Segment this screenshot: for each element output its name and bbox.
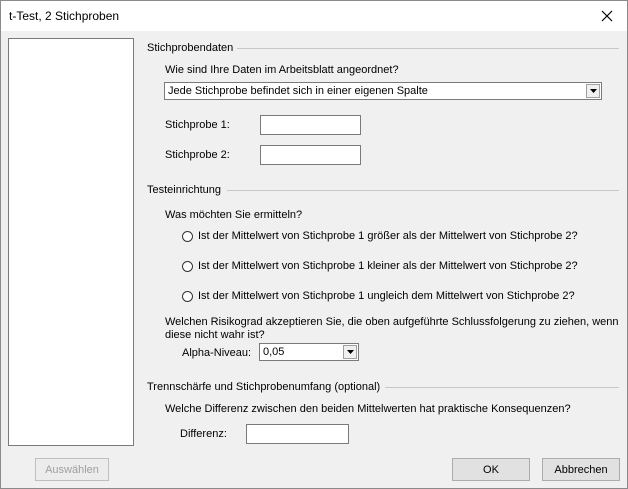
radio-label: Ist der Mittelwert von Stichprobe 1 ungl… bbox=[198, 290, 575, 302]
difference-label: Differenz: bbox=[180, 428, 227, 440]
radio-option-not-equal[interactable]: Ist der Mittelwert von Stichprobe 1 ungl… bbox=[182, 290, 575, 302]
window-title: t-Test, 2 Stichproben bbox=[9, 9, 120, 23]
section-divider bbox=[237, 48, 619, 49]
risk-question-line1: Welchen Risikograd akzeptieren Sie, die … bbox=[165, 316, 619, 328]
dialog-window: t-Test, 2 Stichproben Stichprobendaten W… bbox=[0, 0, 628, 489]
radio-option-less[interactable]: Ist der Mittelwert von Stichprobe 1 klei… bbox=[182, 260, 578, 272]
section-heading-sample-data: Stichprobendaten bbox=[147, 42, 234, 54]
arrangement-question: Wie sind Ihre Daten im Arbeitsblatt ange… bbox=[165, 64, 399, 76]
radio-button[interactable] bbox=[182, 260, 193, 272]
sample2-label: Stichprobe 2: bbox=[165, 149, 230, 161]
ok-button[interactable]: OK bbox=[452, 458, 530, 481]
sample1-input[interactable] bbox=[260, 115, 361, 135]
variable-listbox[interactable] bbox=[8, 38, 134, 446]
arrangement-dropdown[interactable]: Jede Stichprobe befindet sich in einer e… bbox=[164, 82, 602, 100]
alpha-label: Alpha-Niveau: bbox=[182, 347, 252, 359]
arrangement-value: Jede Stichprobe befindet sich in einer e… bbox=[168, 85, 428, 97]
risk-question-line2: diese nicht wahr ist? bbox=[165, 329, 265, 341]
radio-label: Ist der Mittelwert von Stichprobe 1 klei… bbox=[198, 260, 578, 272]
section-divider bbox=[227, 190, 619, 191]
sample1-label: Stichprobe 1: bbox=[165, 119, 230, 131]
cancel-button[interactable]: Abbrechen bbox=[542, 458, 620, 481]
title-bar: t-Test, 2 Stichproben bbox=[1, 1, 627, 31]
sample2-input[interactable] bbox=[260, 145, 361, 165]
section-heading-power: Trennschärfe und Stichprobenumfang (opti… bbox=[147, 381, 381, 393]
difference-question: Welche Differenz zwischen den beiden Mit… bbox=[165, 403, 571, 415]
chevron-down-icon[interactable] bbox=[343, 345, 357, 359]
close-icon bbox=[601, 10, 613, 22]
section-divider bbox=[385, 387, 619, 388]
alpha-value: 0,05 bbox=[263, 346, 285, 358]
chevron-down-icon[interactable] bbox=[586, 84, 600, 98]
difference-input[interactable] bbox=[246, 424, 349, 444]
test-question: Was möchten Sie ermitteln? bbox=[165, 209, 303, 221]
alpha-dropdown[interactable]: 0,05 bbox=[259, 343, 359, 361]
radio-button[interactable] bbox=[182, 290, 193, 302]
close-button[interactable] bbox=[587, 1, 627, 31]
radio-option-greater[interactable]: Ist der Mittelwert von Stichprobe 1 größ… bbox=[182, 230, 578, 242]
radio-button[interactable] bbox=[182, 230, 193, 242]
select-button[interactable]: Auswählen bbox=[35, 458, 109, 481]
section-heading-test-setup: Testeinrichtung bbox=[147, 184, 221, 196]
radio-label: Ist der Mittelwert von Stichprobe 1 größ… bbox=[198, 230, 578, 242]
